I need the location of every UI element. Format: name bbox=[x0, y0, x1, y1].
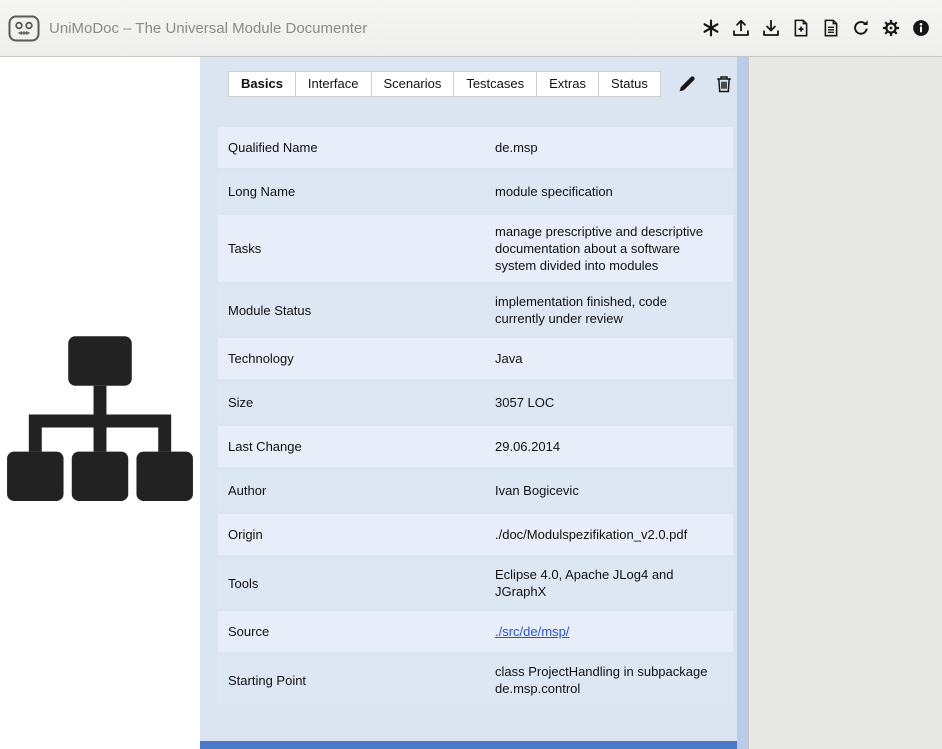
tab-bar: BasicsInterfaceScenariosTestcasesExtrasS… bbox=[228, 71, 737, 97]
detail-row: Starting Pointclass ProjectHandling in s… bbox=[218, 655, 733, 705]
field-value: implementation finished, code currently … bbox=[495, 285, 733, 335]
detail-row: Module Statusimplementation finished, co… bbox=[218, 285, 733, 335]
file-icon[interactable] bbox=[822, 19, 840, 37]
field-value: manage prescriptive and descriptive docu… bbox=[495, 215, 733, 282]
edit-pencil-icon[interactable] bbox=[677, 74, 697, 94]
tab-status[interactable]: Status bbox=[599, 71, 661, 97]
download-icon[interactable] bbox=[762, 19, 780, 37]
tabs: BasicsInterfaceScenariosTestcasesExtrasS… bbox=[228, 71, 661, 97]
detail-row: Tasksmanage prescriptive and descriptive… bbox=[218, 215, 733, 282]
header: UniMoDoc – The Universal Module Document… bbox=[0, 0, 942, 57]
field-label: Module Status bbox=[218, 303, 495, 318]
field-label: Tasks bbox=[218, 241, 495, 256]
app-title: UniMoDoc – The Universal Module Document… bbox=[49, 20, 702, 37]
gear-icon[interactable] bbox=[882, 19, 900, 37]
field-label: Source bbox=[218, 624, 495, 639]
tab-scenarios[interactable]: Scenarios bbox=[372, 71, 455, 97]
module-tree-icon[interactable] bbox=[0, 75, 200, 749]
upload-icon[interactable] bbox=[732, 19, 750, 37]
delete-trash-icon[interactable] bbox=[714, 74, 734, 94]
field-label: Size bbox=[218, 395, 495, 410]
file-plus-icon[interactable] bbox=[792, 19, 810, 37]
field-label: Starting Point bbox=[218, 673, 495, 688]
field-value: 29.06.2014 bbox=[495, 430, 733, 463]
edit-actions bbox=[677, 74, 734, 94]
detail-row: Size3057 LOC bbox=[218, 382, 733, 423]
field-label: Origin bbox=[218, 527, 495, 542]
asterisk-icon[interactable] bbox=[702, 19, 720, 37]
tab-extras[interactable]: Extras bbox=[537, 71, 599, 97]
field-label: Author bbox=[218, 483, 495, 498]
main-panel: BasicsInterfaceScenariosTestcasesExtrasS… bbox=[200, 57, 737, 749]
detail-side-panel bbox=[748, 57, 942, 749]
field-value: Eclipse 4.0, Apache JLog4 and JGraphX bbox=[495, 558, 733, 608]
field-value: module specification bbox=[495, 175, 733, 208]
tab-testcases[interactable]: Testcases bbox=[454, 71, 537, 97]
app-logo-icon bbox=[8, 15, 40, 42]
details-table: Qualified Namede.mspLong Namemodule spec… bbox=[218, 127, 733, 705]
field-value: class ProjectHandling in subpackage de.m… bbox=[495, 655, 733, 705]
vertical-scrollbar[interactable] bbox=[737, 57, 748, 749]
detail-row: Origin./doc/Modulspezifikation_v2.0.pdf bbox=[218, 514, 733, 555]
detail-row: ToolsEclipse 4.0, Apache JLog4 and JGrap… bbox=[218, 558, 733, 608]
field-value: Ivan Bogicevic bbox=[495, 474, 733, 507]
tab-interface[interactable]: Interface bbox=[296, 71, 372, 97]
field-label: Qualified Name bbox=[218, 140, 495, 155]
info-icon[interactable] bbox=[912, 19, 930, 37]
field-label: Tools bbox=[218, 576, 495, 591]
field-value: ./src/de/msp/ bbox=[495, 615, 733, 648]
field-value: de.msp bbox=[495, 131, 733, 164]
horizontal-scrollbar[interactable] bbox=[200, 741, 737, 749]
field-value: ./doc/Modulspezifikation_v2.0.pdf bbox=[495, 518, 733, 551]
header-toolbar bbox=[702, 19, 930, 37]
field-label: Long Name bbox=[218, 184, 495, 199]
source-link[interactable]: ./src/de/msp/ bbox=[495, 624, 569, 639]
detail-row: AuthorIvan Bogicevic bbox=[218, 470, 733, 511]
detail-row: Last Change29.06.2014 bbox=[218, 426, 733, 467]
detail-row: TechnologyJava bbox=[218, 338, 733, 379]
detail-row: Long Namemodule specification bbox=[218, 171, 733, 212]
field-label: Technology bbox=[218, 351, 495, 366]
tab-basics[interactable]: Basics bbox=[228, 71, 296, 97]
refresh-icon[interactable] bbox=[852, 19, 870, 37]
field-value: 3057 LOC bbox=[495, 386, 733, 419]
detail-row: Source./src/de/msp/ bbox=[218, 611, 733, 652]
field-value: Java bbox=[495, 342, 733, 375]
field-label: Last Change bbox=[218, 439, 495, 454]
sidebar: .bindede.mspde.msp.controlde.msp.datade.… bbox=[0, 57, 200, 749]
detail-row: Qualified Namede.msp bbox=[218, 127, 733, 168]
